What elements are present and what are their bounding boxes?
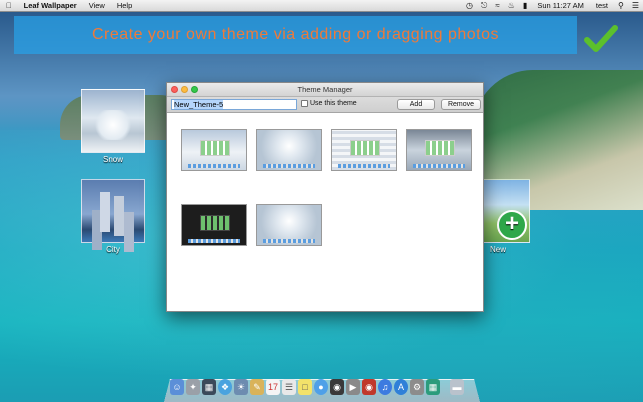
appstore-icon[interactable]: A — [394, 379, 408, 395]
trash-icon[interactable]: ▬ — [450, 379, 464, 395]
menubar-user[interactable]: test — [590, 1, 614, 10]
launchpad-icon[interactable]: ✦ — [186, 379, 200, 395]
instruction-banner: Create your own theme via adding or drag… — [14, 16, 577, 54]
preview-panel — [200, 140, 230, 156]
city-thumbnail — [81, 179, 145, 243]
spotlight-icon[interactable]: ⚲ — [614, 1, 628, 10]
theme-name-field[interactable]: New_Theme-5 — [171, 99, 297, 110]
bluetooth-icon[interactable]: ⎋ — [477, 1, 491, 11]
help-menu[interactable]: Help — [111, 1, 138, 10]
minimize-icon[interactable] — [181, 86, 188, 93]
dock-icons: ☺ ✦ ▦ ❖ ☀ ✎ 17 ☰ □ ● ◉ ▶ ◉ ♫ A ⚙ ▦ ▬ — [170, 379, 480, 399]
theme-snow-label: Snow — [102, 155, 123, 164]
app-menu[interactable]: Leaf Wallpaper — [18, 1, 83, 10]
theme-name-value: New_Theme-5 — [174, 100, 224, 109]
text-icon[interactable]: ☰ — [282, 379, 296, 395]
zoom-icon[interactable] — [191, 86, 198, 93]
checkmark-done-icon[interactable] — [584, 24, 618, 54]
preview-dock — [188, 239, 240, 243]
window-toolbar: New_Theme-5 Use this theme Add Remove — [167, 97, 483, 113]
snow-thumbnail — [81, 89, 145, 153]
preview-dock — [263, 239, 315, 243]
photobooth-icon[interactable]: ◉ — [362, 379, 376, 395]
preview-dock — [188, 164, 240, 168]
theme-snow[interactable]: Snow — [81, 89, 145, 164]
theme-manager-window: Theme Manager New_Theme-5 Use this theme… — [166, 82, 484, 312]
preview-dock — [338, 164, 390, 168]
quicktime-icon[interactable]: ▶ — [346, 379, 360, 395]
theme-thumbnail[interactable] — [256, 204, 322, 246]
theme-thumbnail[interactable] — [181, 129, 247, 171]
window-titlebar[interactable]: Theme Manager — [167, 83, 483, 97]
status-area: ◷ ⎋ ≈ ♨ ▮ Sun 11:27 AM test ⚲ ☰ — [462, 1, 643, 11]
banner-text: Create your own theme via adding or drag… — [91, 26, 500, 43]
use-theme-label: Use this theme — [310, 100, 357, 107]
window-controls — [171, 86, 198, 93]
facetime-icon[interactable]: ◉ — [330, 379, 344, 395]
preview-dock — [263, 164, 315, 168]
itunes-icon[interactable]: ♫ — [378, 379, 392, 395]
time-machine-icon[interactable]: ◷ — [462, 1, 477, 10]
window-title: Theme Manager — [297, 85, 353, 94]
preview-panel — [350, 140, 380, 156]
menu-bar:  Leaf Wallpaper View Help ◷ ⎋ ≈ ♨ ▮ Sun… — [0, 0, 643, 12]
finder-icon[interactable]: ☺ — [170, 379, 184, 395]
remove-button[interactable]: Remove — [441, 99, 481, 110]
wifi-icon[interactable]: ≈ — [491, 1, 503, 10]
theme-city-label: City — [106, 245, 120, 254]
preferences-icon[interactable]: ⚙ — [410, 379, 424, 395]
theme-thumbnail[interactable] — [256, 129, 322, 171]
preview-dock — [413, 164, 465, 168]
theme-city[interactable]: City — [81, 179, 145, 254]
apple-menu-icon[interactable]:  — [0, 1, 18, 10]
safari-icon[interactable]: ❖ — [218, 379, 232, 395]
use-theme-checkbox[interactable]: Use this theme — [301, 100, 357, 107]
add-button[interactable]: Add — [397, 99, 435, 110]
stickies-icon[interactable]: □ — [298, 379, 312, 395]
theme-thumbnail[interactable] — [331, 129, 397, 171]
photo-icon[interactable]: ☀ — [234, 379, 248, 395]
notification-center-icon[interactable]: ☰ — [628, 1, 643, 10]
notes-icon[interactable]: ✎ — [250, 379, 264, 395]
menubar-clock[interactable]: Sun 11:27 AM — [531, 1, 590, 10]
calendar-icon[interactable]: 17 — [266, 379, 280, 395]
preview-panel — [200, 215, 230, 231]
add-theme-icon[interactable]: + — [497, 210, 527, 240]
theme-thumbnail[interactable] — [181, 204, 247, 246]
checkbox-box[interactable] — [301, 100, 308, 107]
battery-icon[interactable]: ▮ — [519, 1, 531, 10]
messages-icon[interactable]: ● — [314, 379, 328, 395]
volume-icon[interactable]: ♨ — [504, 1, 519, 10]
preview-panel — [425, 140, 455, 156]
mission-control-icon[interactable]: ▦ — [202, 379, 216, 395]
leaf-wallpaper-icon[interactable]: ▦ — [426, 379, 440, 395]
close-icon[interactable] — [171, 86, 178, 93]
view-menu[interactable]: View — [83, 1, 111, 10]
theme-thumbnail[interactable] — [406, 129, 472, 171]
